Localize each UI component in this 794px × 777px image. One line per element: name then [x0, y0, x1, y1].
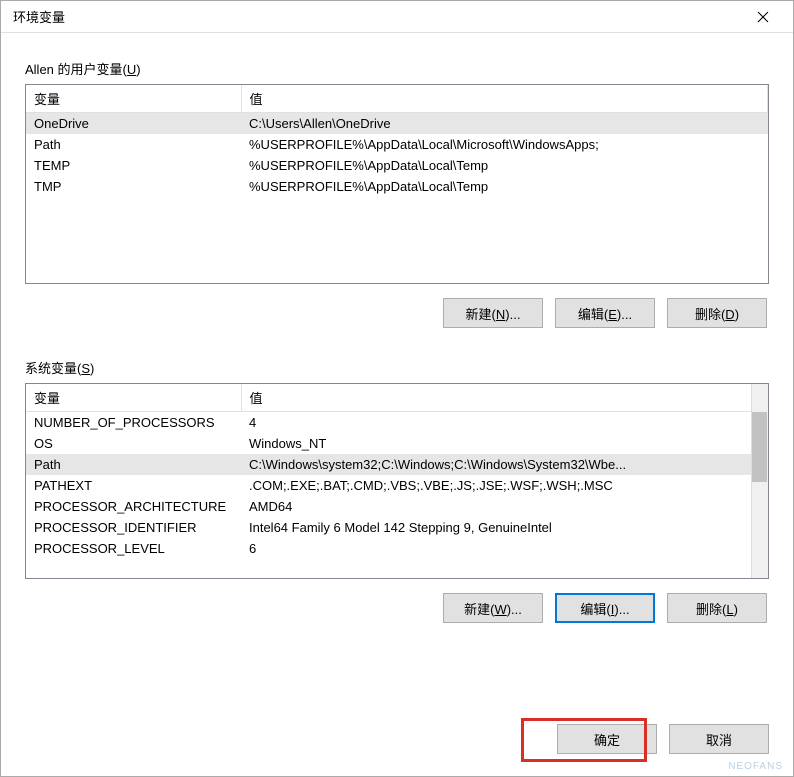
- value-cell: Windows_NT: [241, 433, 768, 454]
- value-cell: AMD64: [241, 496, 768, 517]
- variable-cell: TMP: [26, 176, 241, 197]
- table-row[interactable]: PATHEXT.COM;.EXE;.BAT;.CMD;.VBS;.VBE;.JS…: [26, 475, 768, 496]
- user-new-button[interactable]: 新建(N)...: [443, 298, 543, 328]
- user-buttons-row: 新建(N)... 编辑(E)... 删除(D): [25, 298, 769, 328]
- window-title: 环境变量: [13, 7, 743, 26]
- close-icon: [757, 11, 769, 23]
- value-cell: %USERPROFILE%\AppData\Local\Temp: [241, 176, 768, 197]
- titlebar: 环境变量: [1, 1, 793, 33]
- value-cell: %USERPROFILE%\AppData\Local\Temp: [241, 155, 768, 176]
- close-button[interactable]: [743, 1, 783, 33]
- cancel-button[interactable]: 取消: [669, 724, 769, 754]
- table-row[interactable]: PROCESSOR_ARCHITECTUREAMD64: [26, 496, 768, 517]
- table-row[interactable]: TEMP%USERPROFILE%\AppData\Local\Temp: [26, 155, 768, 176]
- user-variables-label: Allen 的用户变量(U): [25, 59, 769, 78]
- table-row[interactable]: PathC:\Windows\system32;C:\Windows;C:\Wi…: [26, 454, 768, 475]
- table-row[interactable]: Path%USERPROFILE%\AppData\Local\Microsof…: [26, 134, 768, 155]
- variable-cell: Path: [26, 454, 241, 475]
- column-header-variable[interactable]: 变量: [26, 384, 241, 412]
- environment-variables-dialog: 环境变量 Allen 的用户变量(U) 变量 值 OneDr: [0, 0, 794, 777]
- table-row[interactable]: PROCESSOR_IDENTIFIERIntel64 Family 6 Mod…: [26, 517, 768, 538]
- footer-wrap: 确定 取消 NEOFANS: [1, 724, 793, 776]
- system-variables-group: 系统变量(S) 变量 值 NUMBER_OF_PROCESSORS4OSWind…: [25, 350, 769, 623]
- watermark: NEOFANS: [728, 761, 783, 772]
- variable-cell: PROCESSOR_ARCHITECTURE: [26, 496, 241, 517]
- table-row[interactable]: PROCESSOR_LEVEL6: [26, 538, 768, 559]
- column-header-value[interactable]: 值: [241, 85, 768, 113]
- value-cell: Intel64 Family 6 Model 142 Stepping 9, G…: [241, 517, 768, 538]
- table-row[interactable]: OSWindows_NT: [26, 433, 768, 454]
- system-variables-table[interactable]: 变量 值 NUMBER_OF_PROCESSORS4OSWindows_NTPa…: [25, 383, 769, 579]
- variable-cell: Path: [26, 134, 241, 155]
- table-row[interactable]: OneDriveC:\Users\Allen\OneDrive: [26, 113, 768, 135]
- table-row[interactable]: TMP%USERPROFILE%\AppData\Local\Temp: [26, 176, 768, 197]
- value-cell: 4: [241, 412, 768, 434]
- scrollbar[interactable]: [751, 384, 768, 578]
- system-buttons-row: 新建(W)... 编辑(I)... 删除(L): [25, 593, 769, 623]
- ok-button[interactable]: 确定: [557, 724, 657, 754]
- user-variables-table[interactable]: 变量 值 OneDriveC:\Users\Allen\OneDrivePath…: [25, 84, 769, 284]
- user-variables-group: Allen 的用户变量(U) 变量 值 OneDriveC:\Users\All…: [25, 51, 769, 328]
- variable-cell: TEMP: [26, 155, 241, 176]
- value-cell: 6: [241, 538, 768, 559]
- value-cell: %USERPROFILE%\AppData\Local\Microsoft\Wi…: [241, 134, 768, 155]
- variable-cell: OS: [26, 433, 241, 454]
- system-edit-button[interactable]: 编辑(I)...: [555, 593, 655, 623]
- variable-cell: PROCESSOR_IDENTIFIER: [26, 517, 241, 538]
- system-variables-label: 系统变量(S): [25, 358, 769, 377]
- system-new-button[interactable]: 新建(W)...: [443, 593, 543, 623]
- system-delete-button[interactable]: 删除(L): [667, 593, 767, 623]
- dialog-body: Allen 的用户变量(U) 变量 值 OneDriveC:\Users\All…: [1, 33, 793, 724]
- user-edit-button[interactable]: 编辑(E)...: [555, 298, 655, 328]
- scrollbar-thumb[interactable]: [752, 412, 767, 482]
- variable-cell: OneDrive: [26, 113, 241, 135]
- column-header-variable[interactable]: 变量: [26, 85, 241, 113]
- value-cell: C:\Windows\system32;C:\Windows;C:\Window…: [241, 454, 768, 475]
- user-delete-button[interactable]: 删除(D): [667, 298, 767, 328]
- dialog-footer: 确定 取消: [1, 724, 793, 776]
- column-header-value[interactable]: 值: [241, 384, 768, 412]
- table-row[interactable]: NUMBER_OF_PROCESSORS4: [26, 412, 768, 434]
- value-cell: .COM;.EXE;.BAT;.CMD;.VBS;.VBE;.JS;.JSE;.…: [241, 475, 768, 496]
- variable-cell: NUMBER_OF_PROCESSORS: [26, 412, 241, 434]
- variable-cell: PATHEXT: [26, 475, 241, 496]
- value-cell: C:\Users\Allen\OneDrive: [241, 113, 768, 135]
- variable-cell: PROCESSOR_LEVEL: [26, 538, 241, 559]
